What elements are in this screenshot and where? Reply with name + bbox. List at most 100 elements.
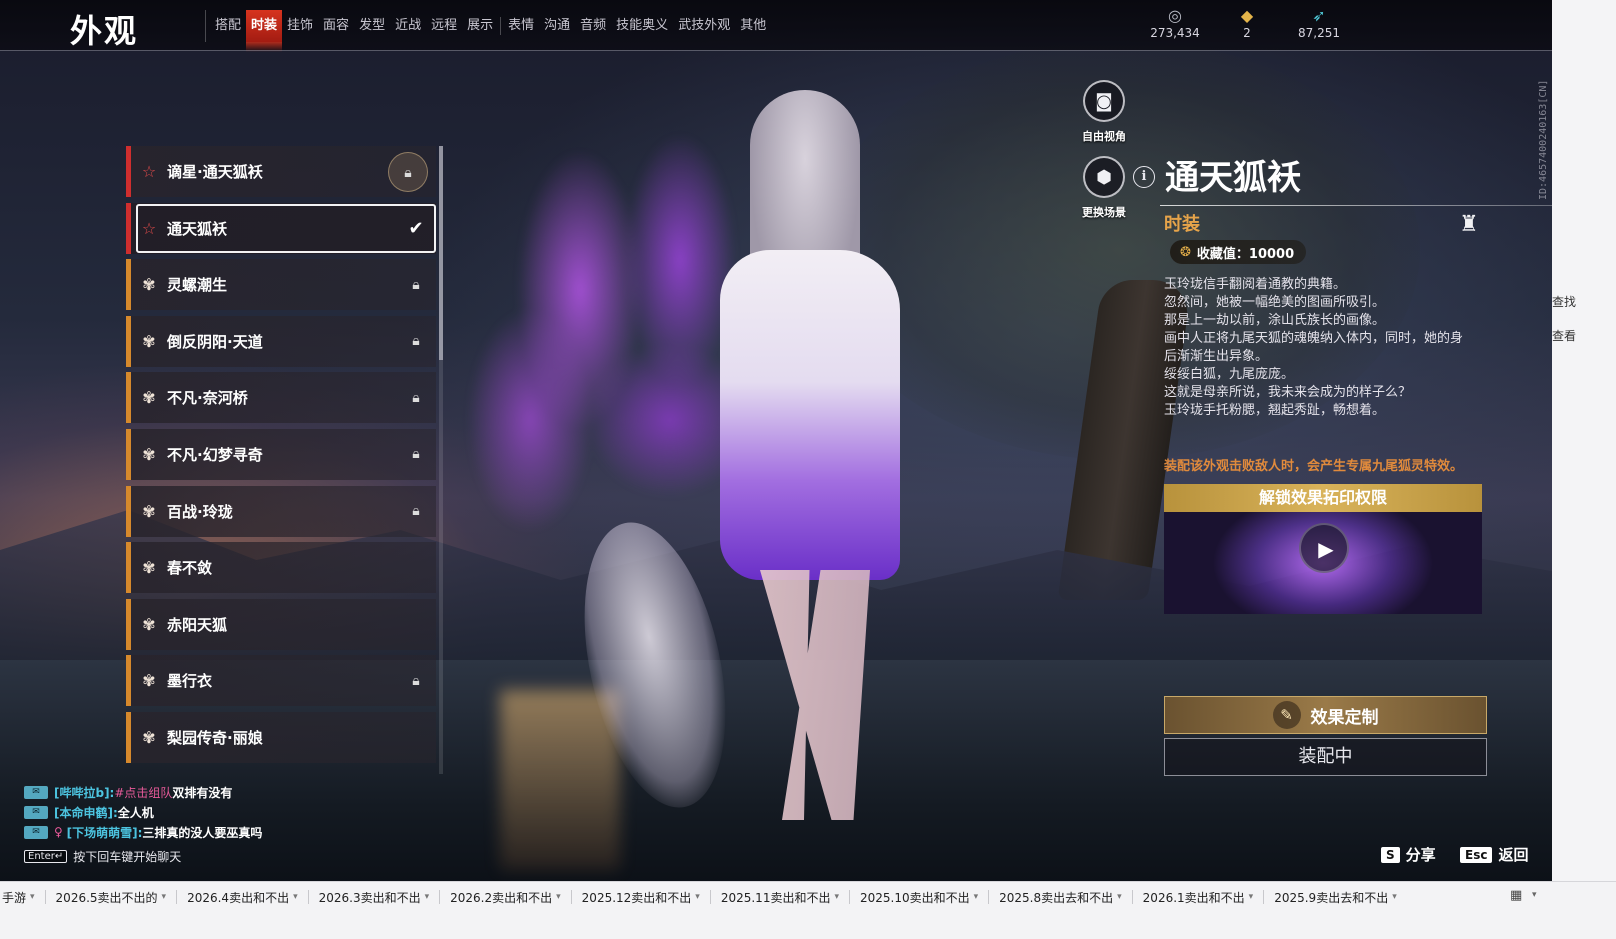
free-view-button[interactable]: ◙ 自由视角: [1069, 80, 1139, 144]
edge-text: 查看: [1552, 329, 1577, 343]
chevron-down-icon: ▾: [161, 892, 167, 902]
tab-audio[interactable]: 音频: [575, 10, 611, 42]
lock-icon: 🔒︎: [412, 446, 420, 463]
grid-view-icon[interactable]: ▦: [1510, 888, 1522, 903]
chat-input-hint[interactable]: Enter↵ 按下回车键开始聊天: [24, 848, 344, 865]
outfit-item[interactable]: ✾ 百战·玲珑 🔒︎: [126, 485, 436, 537]
tab-martial-look[interactable]: 武技外观: [673, 10, 735, 42]
description-line: 忽然间，她被一幅绝美的图画所吸引。: [1164, 295, 1386, 310]
sheet-tab[interactable]: 2025.10卖出和不出 ▾: [850, 889, 988, 906]
channel-badge-icon: ✉: [24, 785, 48, 799]
currency-ticket[interactable]: ◆ 2: [1222, 6, 1272, 40]
tab-ranged[interactable]: 远程: [426, 10, 462, 42]
lock-icon: 🔒︎: [412, 276, 420, 293]
camera-icon: ◙: [1083, 80, 1125, 122]
tab-face[interactable]: 面容: [318, 10, 354, 42]
tab-match[interactable]: 搭配: [210, 10, 246, 42]
scene-cube-icon: ⬢: [1083, 156, 1125, 198]
sheet-tab[interactable]: 手游 ▾: [0, 889, 45, 906]
chevron-down-icon: ▾: [973, 892, 979, 902]
tab-accessory[interactable]: 挂饰: [282, 10, 318, 42]
sheet-tab[interactable]: 2026.2卖出和不出 ▾: [440, 889, 571, 906]
tab-other[interactable]: 其他: [735, 10, 771, 42]
unlock-effect-button[interactable]: 解锁效果拓印权限: [1164, 484, 1482, 512]
star-outline-icon: ☆: [141, 162, 157, 181]
chat-team-link[interactable]: #点击组队: [114, 784, 172, 801]
wardrobe-icon[interactable]: ♜: [1452, 208, 1486, 242]
chevron-down-icon: ▾: [1248, 892, 1254, 902]
description-line: 玉玲珑手托粉腮，翘起秀趾，畅想着。: [1164, 403, 1386, 418]
sheet-tab[interactable]: 2025.8卖出去和不出 ▾: [989, 889, 1132, 906]
chevron-down-icon: ▾: [834, 892, 839, 902]
currency-value: 2: [1243, 26, 1251, 40]
sheet-tab[interactable]: 2025.12卖出和不出 ▾: [572, 889, 710, 906]
back-button[interactable]: Esc 返回: [1460, 844, 1528, 865]
share-button[interactable]: S 分享: [1381, 844, 1436, 865]
sheet-tab-label: 2025.8卖出去和不出: [999, 890, 1114, 905]
silver-coin-icon: ◎: [1168, 6, 1182, 25]
sheet-tab[interactable]: 2025.9卖出去和不出 ▾: [1264, 889, 1407, 906]
description-line: 绥绥白狐，九尾庞庞。: [1164, 367, 1295, 382]
tab-fashion[interactable]: 时装: [246, 10, 283, 52]
outfit-item[interactable]: ✾ 倒反阴阳·天道 🔒︎: [126, 315, 436, 367]
tab-skill-ultimate[interactable]: 技能奥义: [611, 10, 673, 42]
tab-hairstyle[interactable]: 发型: [354, 10, 390, 42]
sheet-tab[interactable]: 2025.11卖出和不出 ▾: [711, 889, 849, 906]
equipped-button[interactable]: 装配中: [1164, 738, 1487, 776]
change-scene-button[interactable]: ⬢ 更换场景: [1069, 156, 1139, 220]
outfit-list-scrollbar[interactable]: [439, 146, 443, 774]
outfit-item[interactable]: ✾ 春不敛: [126, 542, 436, 594]
outfit-item[interactable]: ✾ 墨行衣 🔒︎: [126, 655, 436, 707]
chat-sender: [下场萌萌雪]:: [66, 825, 143, 840]
sheet-tab[interactable]: 2026.5卖出不出的 ▾: [46, 889, 177, 906]
chevron-down-icon: ▾: [30, 892, 35, 902]
sheet-tab[interactable]: 2026.1卖出和不出 ▾: [1133, 889, 1264, 906]
tab-melee[interactable]: 近战: [390, 10, 426, 42]
tab-emote[interactable]: 表情: [503, 10, 539, 42]
chat-line[interactable]: ✉ [哔哔拉b]: #点击组队 双排有没有: [24, 782, 344, 802]
chat-line[interactable]: ✉ ♀ [下场萌萌雪]: 三排真的没人要巫真吗: [24, 822, 344, 842]
currency-value: 87,251: [1298, 26, 1340, 40]
chat-box: ✉ [哔哔拉b]: #点击组队 双排有没有 ✉ [本命申鹤]: 全人机 ✉ ♀ …: [24, 782, 344, 865]
character-model[interactable]: [720, 90, 910, 830]
sheet-tab-label: 2025.9卖出去和不出: [1274, 890, 1389, 905]
tab-communicate[interactable]: 沟通: [539, 10, 575, 42]
outfit-name: 春不敛: [167, 559, 213, 578]
flower-icon: ✾: [142, 388, 156, 408]
chevron-down-icon[interactable]: ▾: [1532, 890, 1537, 900]
currency-silver[interactable]: ◎ 273,434: [1150, 6, 1200, 40]
chat-hint-text: 按下回车键开始聊天: [73, 850, 182, 864]
scrollbar-thumb[interactable]: [439, 146, 443, 360]
outfit-item-selected[interactable]: ☆ 通天狐袄 ✔: [126, 202, 436, 254]
flower-icon: ✾: [142, 444, 156, 464]
sheet-tab-label: 2026.5卖出不出的: [55, 890, 158, 905]
effect-customize-button[interactable]: ✎ 效果定制: [1164, 696, 1487, 734]
flower-icon: ✾: [142, 501, 156, 521]
outfit-item[interactable]: ✾ 梨园传奇·丽娘: [126, 711, 436, 763]
gold-ticket-icon: ◆: [1240, 6, 1254, 25]
description-line: 玉玲珑信手翻阅着通教的典籍。: [1164, 277, 1347, 292]
info-icon[interactable]: i: [1133, 166, 1155, 188]
effect-preview-video[interactable]: ▶: [1164, 512, 1482, 614]
outfit-item[interactable]: ☆ 谪星·通天狐袄 🔒︎: [126, 146, 436, 197]
outfit-category: 时装: [1164, 214, 1200, 235]
currency-feather[interactable]: ➶ 87,251: [1294, 6, 1344, 40]
chat-line[interactable]: ✉ [本命申鹤]: 全人机: [24, 802, 344, 822]
outfit-item[interactable]: ✾ 不凡·幻梦寻奇 🔒︎: [126, 428, 436, 480]
selection-frame: [136, 203, 436, 253]
enter-key-icon: Enter↵: [24, 850, 68, 863]
tab-display[interactable]: 展示: [462, 10, 498, 42]
sheet-tab[interactable]: 2026.3卖出和不出 ▾: [309, 889, 440, 906]
sheet-tab-label: 2026.2卖出和不出: [450, 890, 553, 905]
outfit-item[interactable]: ✾ 赤阳天狐: [126, 598, 436, 650]
outfit-item[interactable]: ✾ 灵螺潮生 🔒︎: [126, 259, 436, 311]
sheet-tab[interactable]: 2026.4卖出和不出 ▾: [177, 889, 308, 906]
outfit-name: 墨行衣: [167, 672, 213, 691]
feather-icon: ➶: [1312, 6, 1326, 25]
outfit-item[interactable]: ✾ 不凡·奈河桥 🔒︎: [126, 372, 436, 424]
outfit-list: ☆ 谪星·通天狐袄 🔒︎ ☆ 通天狐袄 ✔ ✾ 灵螺潮生 🔒︎ ✾ 倒反阴阳·天…: [126, 146, 436, 774]
outfit-name: 百战·玲珑: [167, 502, 233, 521]
sheet-tab-label: 手游: [2, 890, 27, 905]
play-icon[interactable]: ▶: [1299, 523, 1349, 573]
chevron-down-icon: ▾: [556, 892, 561, 902]
